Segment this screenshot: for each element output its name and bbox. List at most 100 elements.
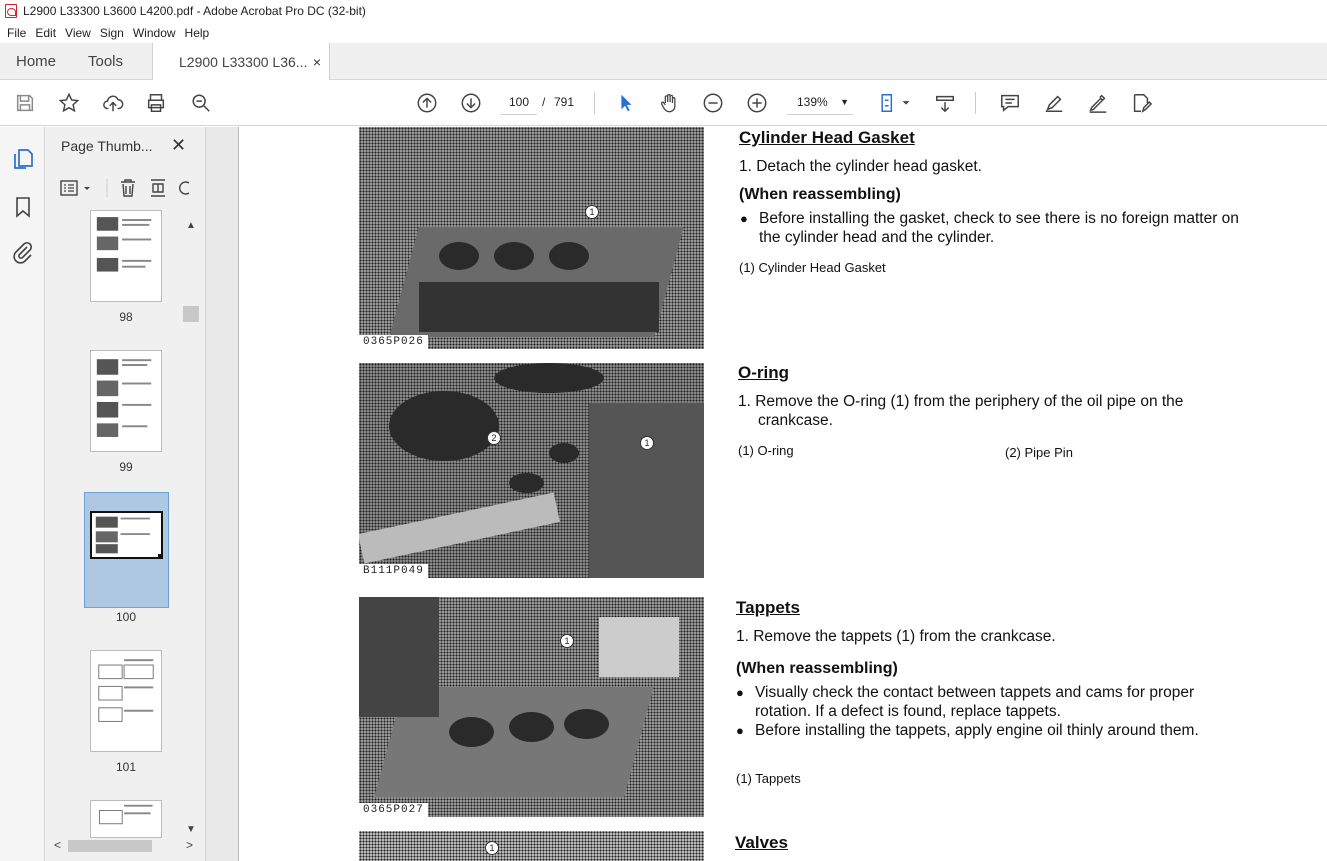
- section-title: Cylinder Head Gasket: [739, 128, 915, 147]
- page-thumbnails-icon[interactable]: [11, 147, 35, 171]
- section-step: 1. Remove the tappets (1) from the crank…: [736, 628, 1056, 645]
- menu-edit[interactable]: Edit: [35, 26, 56, 40]
- scroll-mode-icon[interactable]: [933, 91, 957, 115]
- hscrollbar-thumb[interactable]: [68, 840, 152, 852]
- page-thumbnail[interactable]: [90, 350, 162, 452]
- section-subheading: (When reassembling): [739, 186, 901, 203]
- bookmarks-icon[interactable]: [11, 195, 35, 219]
- tab-bar: Home Tools L2900 L33300 L36... ×: [0, 43, 1327, 81]
- panel-toolbar: [55, 175, 195, 201]
- callout-marker: 1: [585, 205, 599, 219]
- scrollbar-thumb[interactable]: [183, 306, 199, 322]
- delete-page-icon[interactable]: [121, 179, 135, 197]
- next-page-icon[interactable]: [459, 91, 483, 115]
- section-bullet: Visually check the contact between tappe…: [736, 683, 1245, 721]
- menu-bar: File Edit View Sign Window Help: [0, 22, 1327, 43]
- upload-cloud-icon[interactable]: [101, 91, 125, 115]
- page-total: 791: [554, 95, 575, 109]
- callout-marker: 1: [560, 634, 574, 648]
- zoom-out-icon[interactable]: [701, 91, 725, 115]
- thumbnail-options-icon[interactable]: [60, 180, 90, 196]
- thumbnail-label: 99: [119, 460, 133, 474]
- menu-file[interactable]: File: [7, 26, 26, 40]
- callout-marker: 2: [487, 431, 501, 445]
- section-title: Tappets: [736, 598, 800, 617]
- chevron-down-icon: ▼: [840, 97, 849, 107]
- section-step: 1. Detach the cylinder head gasket.: [739, 158, 982, 175]
- scroll-right-icon[interactable]: >: [186, 838, 193, 852]
- callout-marker: 1: [485, 841, 499, 855]
- section-title: Valves: [735, 833, 788, 852]
- toolbar: [0, 80, 1327, 126]
- thumbnail-label: 101: [115, 760, 137, 774]
- comment-icon[interactable]: [998, 91, 1022, 115]
- acrobat-icon: [5, 4, 17, 18]
- rotate-page-icon[interactable]: [179, 181, 190, 195]
- tab-document[interactable]: L2900 L33300 L36... ×: [152, 43, 330, 81]
- select-cursor-icon[interactable]: [614, 91, 638, 115]
- tab-home[interactable]: Home: [16, 43, 56, 80]
- tab-tools[interactable]: Tools: [88, 43, 123, 80]
- edit-document-icon[interactable]: [1129, 91, 1153, 115]
- figure-caption: (1) Cylinder Head Gasket: [739, 260, 886, 275]
- photo-o-ring: B111P049: [359, 363, 704, 578]
- scroll-down-icon[interactable]: ▼: [186, 824, 196, 835]
- photo-cylinder-head-gasket: 0365P026: [359, 127, 704, 349]
- section-bullet: Before installing the gasket, check to s…: [740, 209, 1249, 247]
- figure-caption: (1) O-ring: [738, 443, 794, 458]
- panel-title: Page Thumb...: [61, 138, 153, 154]
- page-thumbnail[interactable]: [90, 210, 162, 302]
- attachments-icon[interactable]: [11, 240, 35, 264]
- title-bar: L2900 L33300 L3600 L4200.pdf - Adobe Acr…: [0, 0, 1327, 22]
- sign-icon[interactable]: [1086, 91, 1110, 115]
- callout-marker: 1: [640, 436, 654, 450]
- page-fit-icon[interactable]: [877, 91, 913, 115]
- highlight-pen-icon[interactable]: [1042, 91, 1066, 115]
- photo-valves: [359, 831, 704, 861]
- section-subheading: (When reassembling): [736, 660, 898, 677]
- scroll-left-icon[interactable]: <: [54, 838, 61, 852]
- zoom-value: 139%: [797, 95, 828, 109]
- left-rail: [0, 127, 45, 861]
- thumbnails-scrollbar[interactable]: ▲ ▼: [183, 220, 199, 840]
- tab-close-icon[interactable]: ×: [313, 54, 321, 70]
- previous-page-icon[interactable]: [415, 91, 439, 115]
- menu-sign[interactable]: Sign: [100, 26, 124, 40]
- thumbnails-hscrollbar[interactable]: < >: [52, 838, 202, 856]
- print-icon[interactable]: [144, 91, 168, 115]
- thumbnail-label: 98: [119, 310, 133, 324]
- toolbar-divider: [594, 92, 595, 114]
- menu-help[interactable]: Help: [185, 26, 210, 40]
- resize-handle[interactable]: [158, 554, 163, 559]
- pdf-page: 0365P026 1 Cylinder Head Gasket 1. Detac…: [238, 127, 1327, 861]
- window-title: L2900 L33300 L3600 L4200.pdf - Adobe Acr…: [23, 4, 366, 18]
- close-icon[interactable]: ✕: [171, 135, 186, 156]
- zoom-search-icon[interactable]: [189, 91, 213, 115]
- page-thumbnail[interactable]: [90, 800, 162, 838]
- scroll-up-icon[interactable]: ▲: [186, 220, 196, 231]
- photo-tappets: 0365P027: [359, 597, 704, 817]
- section-bullet: Before installing the tappets, apply eng…: [736, 721, 1245, 740]
- page-thumbnail-selected[interactable]: [84, 492, 169, 608]
- page-thumbnail[interactable]: [90, 650, 162, 752]
- tab-document-label: L2900 L33300 L36...: [179, 54, 308, 70]
- figure-caption: (2) Pipe Pin: [1005, 445, 1073, 460]
- extract-page-icon[interactable]: [151, 179, 165, 197]
- page-number-input[interactable]: 100: [501, 89, 537, 115]
- toolbar-divider: [975, 92, 976, 114]
- figure-caption: (1) Tappets: [736, 771, 801, 786]
- section-step: 1. Remove the O-ring (1) from the periph…: [738, 393, 1184, 429]
- menu-window[interactable]: Window: [133, 26, 176, 40]
- photo-code: 0365P027: [359, 803, 428, 817]
- menu-view[interactable]: View: [65, 26, 91, 40]
- viewport-frame[interactable]: [90, 511, 163, 559]
- zoom-in-icon[interactable]: [745, 91, 769, 115]
- hand-tool-icon[interactable]: [657, 91, 681, 115]
- section-title: O-ring: [738, 363, 789, 382]
- document-view[interactable]: 0365P026 1 Cylinder Head Gasket 1. Detac…: [206, 127, 1327, 861]
- photo-code: 0365P026: [359, 335, 428, 349]
- save-icon[interactable]: [13, 91, 37, 115]
- page-separator: /: [542, 95, 546, 109]
- zoom-select[interactable]: 139% ▼: [787, 89, 853, 115]
- bookmark-star-icon[interactable]: [57, 91, 81, 115]
